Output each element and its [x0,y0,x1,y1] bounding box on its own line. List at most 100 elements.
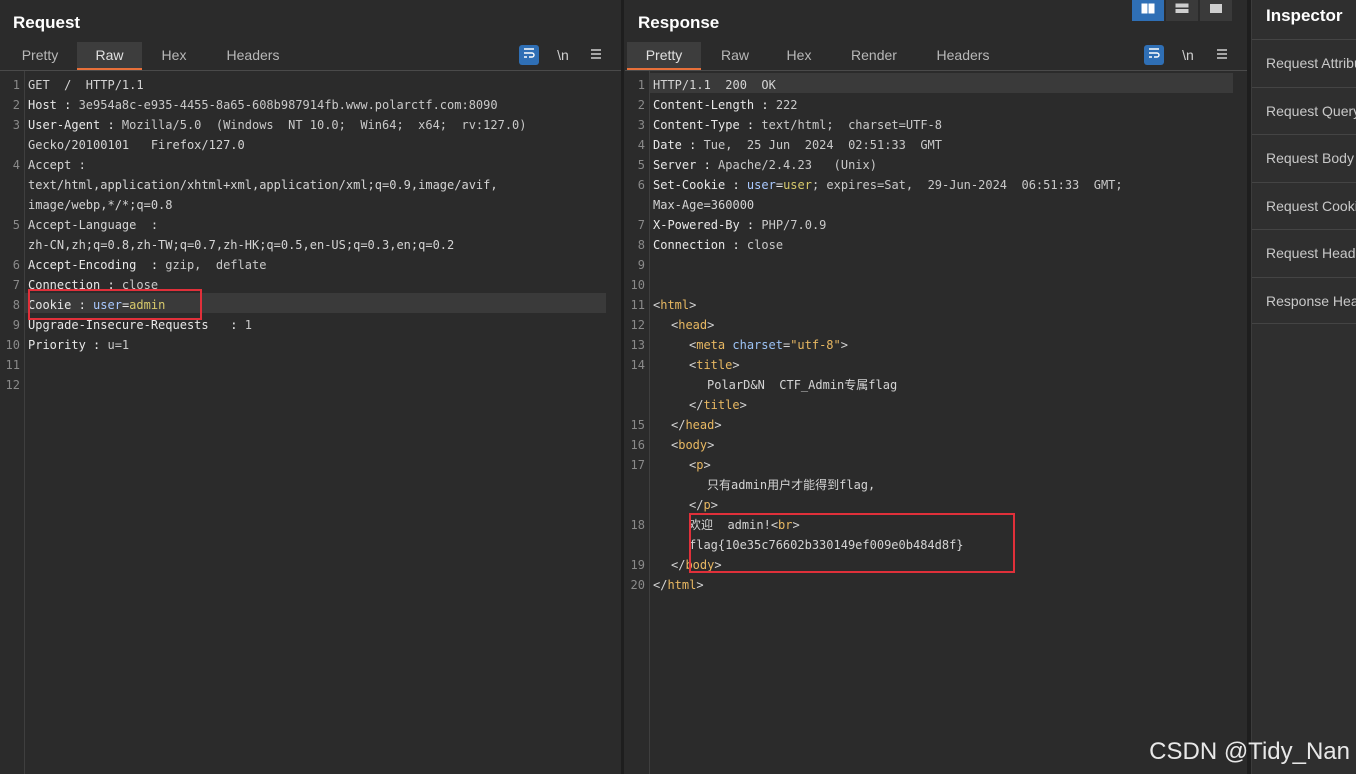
line-number: 12 [630,318,645,332]
html-open: <html> [653,298,697,312]
line-number: 5 [637,158,645,172]
header-priority: Priority : u=1 [28,338,130,352]
line-number: 19 [630,558,645,572]
line-number: 10 [5,338,20,352]
title-text: PolarD&N CTF_Admin专属flag [707,378,898,392]
p-open: <p> [689,458,711,472]
header-accept-value: text/html,application/xhtml+xml,applicat… [28,178,498,192]
line-number: 7 [12,278,20,292]
head-close: </head> [671,418,722,432]
inspector-request-query[interactable]: Request Query Parameters [1252,87,1356,134]
head-open: <head> [671,318,715,332]
line-number: 7 [637,218,645,232]
request-line: GET / HTTP/1.1 [28,78,144,92]
p-text: 只有admin用户才能得到flag, [707,478,876,492]
header-accept-cont: image/webp,*/*;q=0.8 [28,198,173,212]
line-number: 13 [630,338,645,352]
tab-pretty[interactable]: Pretty [10,42,70,70]
request-panel: Request Pretty Raw Hex Headers \n 1 2 3 … [0,0,621,774]
inspector-request-headers[interactable]: Request Headers [1252,229,1356,276]
line-number: 18 [630,518,645,532]
title-open: <title> [689,358,740,372]
tab-hex[interactable]: Hex [148,42,200,70]
header-x-powered-by: X-Powered-By : PHP/7.0.9 [653,218,827,232]
hamburger-menu-icon[interactable] [1212,45,1232,65]
line-number: 4 [637,138,645,152]
inspector-title: Inspector [1266,6,1343,25]
header-date: Date : Tue, 25 Jun 2024 02:51:33 GMT [653,138,942,152]
line-number: 10 [630,278,645,292]
inspector-panel: Inspector Request Attributes Request Que… [1251,0,1356,774]
request-tabs: Pretty Raw Hex Headers \n [0,42,621,71]
header-content-length: Content-Length : 222 [653,98,798,112]
tab-raw[interactable]: Raw [77,42,142,70]
watermark: CSDN @Tidy_Nan [1149,738,1350,765]
status-line: HTTP/1.1 200 OK [653,78,776,92]
layout-switcher [1132,0,1234,21]
response-editor[interactable]: 1 2 3 4 5 6 7 8 9 10 11 12 13 14 15 16 1… [625,73,1247,774]
line-number: 2 [637,98,645,112]
single-pane-icon[interactable] [1200,0,1232,21]
response-title: Response [638,13,720,32]
line-number: 4 [12,158,20,172]
header-set-cookie-cont: Max-Age=360000 [653,198,755,212]
response-tabs: Pretty Raw Hex Render Headers \n [625,42,1247,71]
title-close: </title> [689,398,747,412]
html-close: </html> [653,578,704,592]
line-number: 9 [12,318,20,332]
line-number: 3 [637,118,645,132]
response-panel: Response Pretty Raw Hex Render Headers \… [625,0,1247,774]
line-number: 1 [12,78,20,92]
tab-raw[interactable]: Raw [709,42,761,70]
header-user-agent: User-Agent : Mozilla/5.0 (Windows NT 10.… [28,118,527,132]
header-content-type: Content-Type : text/html; charset=UTF-8 [653,118,942,132]
header-set-cookie: Set-Cookie : user=user; expires=Sat, 29-… [653,178,1123,192]
split-vertical-icon[interactable] [1166,0,1198,21]
line-number: 16 [630,438,645,452]
split-horizontal-icon[interactable] [1132,0,1164,21]
header-host: Host : 3e954a8c-e935-4455-8a65-608b98791… [28,98,498,112]
body-open: <body> [671,438,715,452]
cookie-highlight-box [28,289,202,320]
tab-headers[interactable]: Headers [924,42,1002,70]
line-number: 9 [637,258,645,272]
line-number: 1 [637,78,645,92]
header-user-agent-cont: Gecko/20100101 Firefox/127.0 [28,138,245,152]
line-number: 5 [12,218,20,232]
inspector-response-headers[interactable]: Response Headers [1252,277,1356,324]
newline-toggle-button[interactable]: \n [553,45,573,65]
line-number: 12 [5,378,20,392]
inspector-request-attributes[interactable]: Request Attributes [1252,39,1356,86]
hamburger-menu-icon[interactable] [586,45,606,65]
line-number: 6 [637,178,645,192]
line-number: 14 [630,358,645,372]
line-number: 6 [12,258,20,272]
tab-hex[interactable]: Hex [773,42,825,70]
tab-pretty[interactable]: Pretty [627,42,701,70]
line-number: 20 [630,578,645,592]
tab-headers[interactable]: Headers [214,42,292,70]
inspector-request-cookies[interactable]: Request Cookies [1252,182,1356,229]
line-number: 11 [630,298,645,312]
header-connection: Connection : close [653,238,784,252]
wrap-lines-icon[interactable] [1144,45,1164,65]
header-accept: Accept : [28,158,86,172]
request-editor[interactable]: 1 2 3 4 5 6 7 8 9 10 11 12 GET / HTTP/1.… [0,75,621,774]
header-accept-language-value: zh-CN,zh;q=0.8,zh-TW;q=0.7,zh-HK;q=0.5,e… [28,238,455,252]
line-number: 8 [12,298,20,312]
line-number: 8 [637,238,645,252]
tab-render[interactable]: Render [840,42,908,70]
flag-highlight-box [689,513,1015,573]
inspector-request-body[interactable]: Request Body Parameters [1252,134,1356,181]
header-accept-encoding: Accept-Encoding : gzip, deflate [28,258,267,272]
line-number: 3 [12,118,20,132]
line-number: 15 [630,418,645,432]
wrap-lines-icon[interactable] [519,45,539,65]
pane-divider[interactable] [621,0,624,774]
line-number: 11 [5,358,20,372]
line-number: 17 [630,458,645,472]
meta-tag: <meta charset="utf-8"> [689,338,848,352]
newline-toggle-button[interactable]: \n [1178,45,1198,65]
p-close: </p> [689,498,718,512]
header-server: Server : Apache/2.4.23 (Unix) [653,158,877,172]
